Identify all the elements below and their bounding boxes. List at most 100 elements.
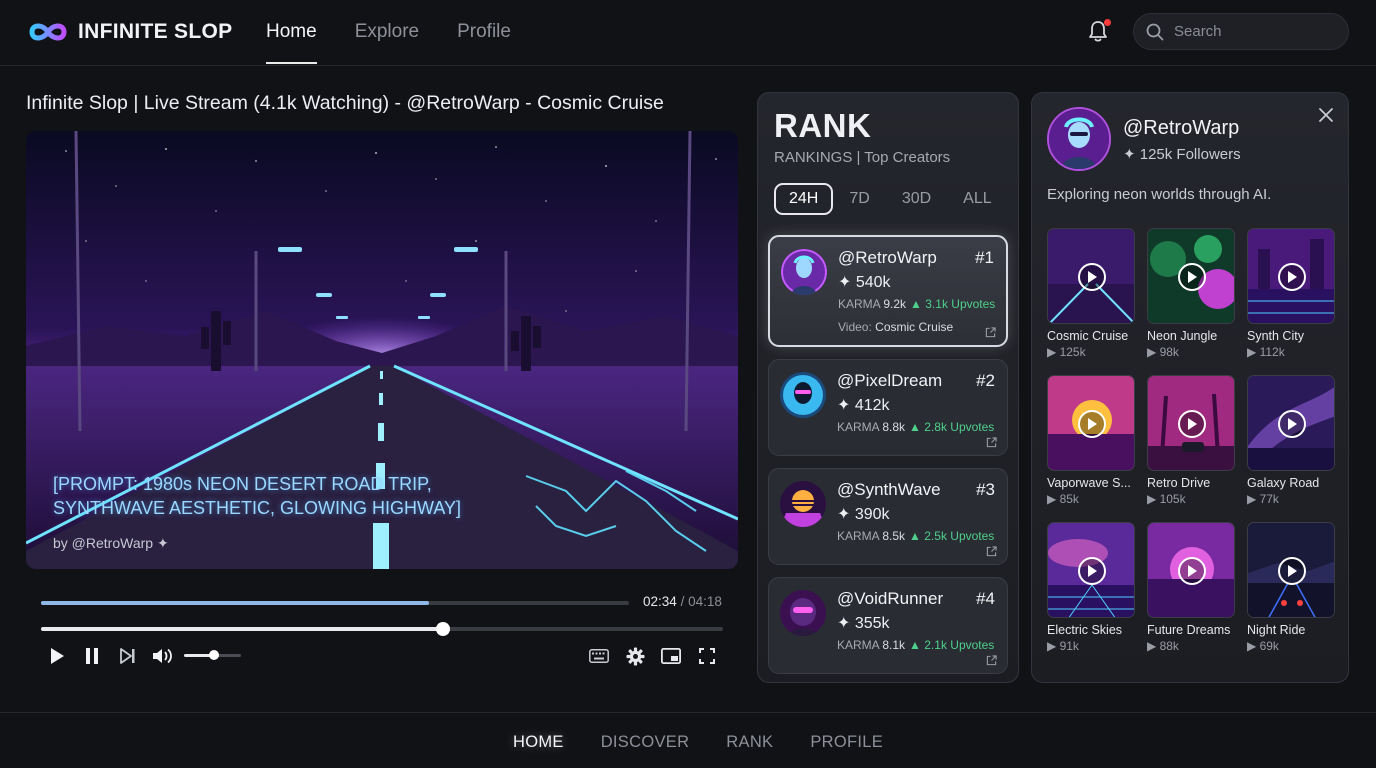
range-tab-7d[interactable]: 7D [833,183,885,215]
keyboard-shortcuts-button[interactable] [588,645,610,667]
rank-karma: KARMA 8.5k ▲ 2.5k Upvotes [837,529,994,543]
video-tile[interactable]: Cosmic Cruise ▶ 125k [1047,228,1135,359]
next-button[interactable] [117,645,139,667]
play-button[interactable] [46,645,68,667]
profile-avatar[interactable] [1047,107,1111,171]
profile-bio: Exploring neon worlds through AI. [1047,186,1272,203]
video-tile[interactable]: Vaporwave S... ▶ 85k [1047,375,1135,506]
play-overlay [1178,410,1206,438]
video-thumbnail[interactable] [1047,375,1135,471]
video-thumbnail[interactable] [1147,375,1235,471]
buffer-bar [41,601,629,605]
video-player[interactable]: [PROMPT: 1980s NEON DESERT ROAD TRIP, SY… [26,131,738,569]
external-link-icon[interactable] [985,327,996,338]
play-icon [1288,565,1297,577]
play-overlay [1178,263,1206,291]
main-nav: Home Explore Profile [266,0,511,66]
bottom-nav-profile[interactable]: PROFILE [810,713,883,768]
video-thumbnail[interactable] [1247,375,1335,471]
range-tab-24h[interactable]: 24H [774,183,834,215]
video-tile-views: ▶ 105k [1147,492,1186,506]
prompt-overlay: [PROMPT: 1980s NEON DESERT ROAD TRIP, SY… [53,472,513,520]
rank-handle[interactable]: @SynthWave [837,480,941,500]
pause-icon [86,648,98,664]
rank-card-3[interactable]: @SynthWave #3 ✦ 390k KARMA 8.5k ▲ 2.5k Up… [768,468,1008,565]
bottom-nav-rank[interactable]: RANK [726,713,773,768]
external-link-icon[interactable] [986,437,997,448]
video-tile[interactable]: Night Ride ▶ 69k [1247,522,1335,653]
search-box[interactable] [1133,13,1349,50]
seek-bar[interactable] [41,622,723,636]
video-thumbnail[interactable] [1047,228,1135,324]
current-time: 02:34 [643,594,677,609]
pause-button[interactable] [81,645,103,667]
video-thumbnail[interactable] [1047,522,1135,618]
video-tile-views: ▶ 88k [1147,639,1179,653]
upvotes: ▲ 2.5k Upvotes [909,529,995,543]
video-tile-views: ▶ 69k [1247,639,1279,653]
video-tile[interactable]: Neon Jungle ▶ 98k [1147,228,1235,359]
rank-position: #4 [976,589,995,608]
video-thumbnail[interactable] [1247,228,1335,324]
bottom-nav-discover[interactable]: DISCOVER [601,713,690,768]
play-icon [1288,271,1297,283]
nav-explore[interactable]: Explore [355,0,419,66]
range-tab-all[interactable]: ALL [947,183,1007,215]
fullscreen-button[interactable] [696,645,718,667]
video-thumbnail[interactable] [1247,522,1335,618]
video-tile-title: Future Dreams [1147,623,1231,637]
video-tile-title: Cosmic Cruise [1047,329,1129,343]
video-label: Video: [838,320,872,334]
video-thumbnail[interactable] [1147,522,1235,618]
upvotes: ▲ 2.1k Upvotes [909,638,995,652]
notifications-button[interactable] [1087,19,1111,45]
play-overlay [1078,263,1106,291]
time-readout: 02:34 / 04:18 [643,594,722,609]
duration: 04:18 [688,594,722,609]
app-name: INFINITE SLOP [78,20,233,43]
video-byline[interactable]: by @RetroWarp ✦ [53,535,169,552]
video-name: Cosmic Cruise [875,320,954,334]
play-overlay [1178,557,1206,585]
close-icon[interactable] [1318,107,1334,123]
video-tile[interactable]: Electric Skies ▶ 91k [1047,522,1135,653]
karma-label: KARMA [837,420,880,434]
rank-karma: KARMA 8.1k ▲ 2.1k Upvotes [837,638,994,652]
video-tile[interactable]: Synth City ▶ 112k [1247,228,1335,359]
rank-card-2[interactable]: @PixelDream #2 ✦ 412k KARMA 8.8k ▲ 2.8k U… [768,359,1008,456]
avatar [780,481,826,527]
nav-home[interactable]: Home [266,0,317,66]
rank-card-4[interactable]: @VoidRunner #4 ✦ 355k KARMA 8.1k ▲ 2.1k U… [768,577,1008,674]
seek-handle[interactable] [435,622,450,636]
karma-label: KARMA [838,297,881,311]
karma-label: KARMA [837,529,880,543]
buffer-fill [41,601,430,605]
video-tile[interactable]: Retro Drive ▶ 105k [1147,375,1235,506]
external-link-icon[interactable] [986,655,997,666]
miniplayer-button[interactable] [660,645,682,667]
fullscreen-icon [699,648,715,664]
bottom-nav-home[interactable]: HOME [513,713,564,768]
search-input[interactable] [1174,23,1324,40]
rank-handle[interactable]: @PixelDream [837,371,942,391]
volume-slider[interactable] [184,650,241,660]
rank-subtitle: RANKINGS | Top Creators [774,149,951,166]
karma-label: KARMA [837,638,880,652]
app-logo[interactable]: INFINITE SLOP [26,18,232,46]
external-link-icon[interactable] [986,546,997,557]
prompt-line-1: [PROMPT: 1980s NEON DESERT ROAD TRIP, [53,474,432,494]
rank-handle[interactable]: @RetroWarp [838,248,937,268]
video-thumbnail[interactable] [1147,228,1235,324]
seek-fill [41,627,443,631]
volume-button[interactable] [152,645,174,667]
rank-card-1[interactable]: @RetroWarp #1 ✦ 540k KARMA 9.2k ▲ 3.1k Up… [768,235,1008,347]
volume-handle[interactable] [208,650,219,660]
range-tab-30d[interactable]: 30D [886,183,947,215]
video-tile[interactable]: Future Dreams ▶ 88k [1147,522,1235,653]
video-title: Infinite Slop | Live Stream (4.1k Watchi… [26,92,664,114]
video-tile[interactable]: Galaxy Road ▶ 77k [1247,375,1335,506]
bottom-nav: HOME DISCOVER RANK PROFILE [513,713,883,768]
nav-profile[interactable]: Profile [457,0,511,66]
rank-handle[interactable]: @VoidRunner [837,589,943,609]
settings-button[interactable] [624,645,646,667]
